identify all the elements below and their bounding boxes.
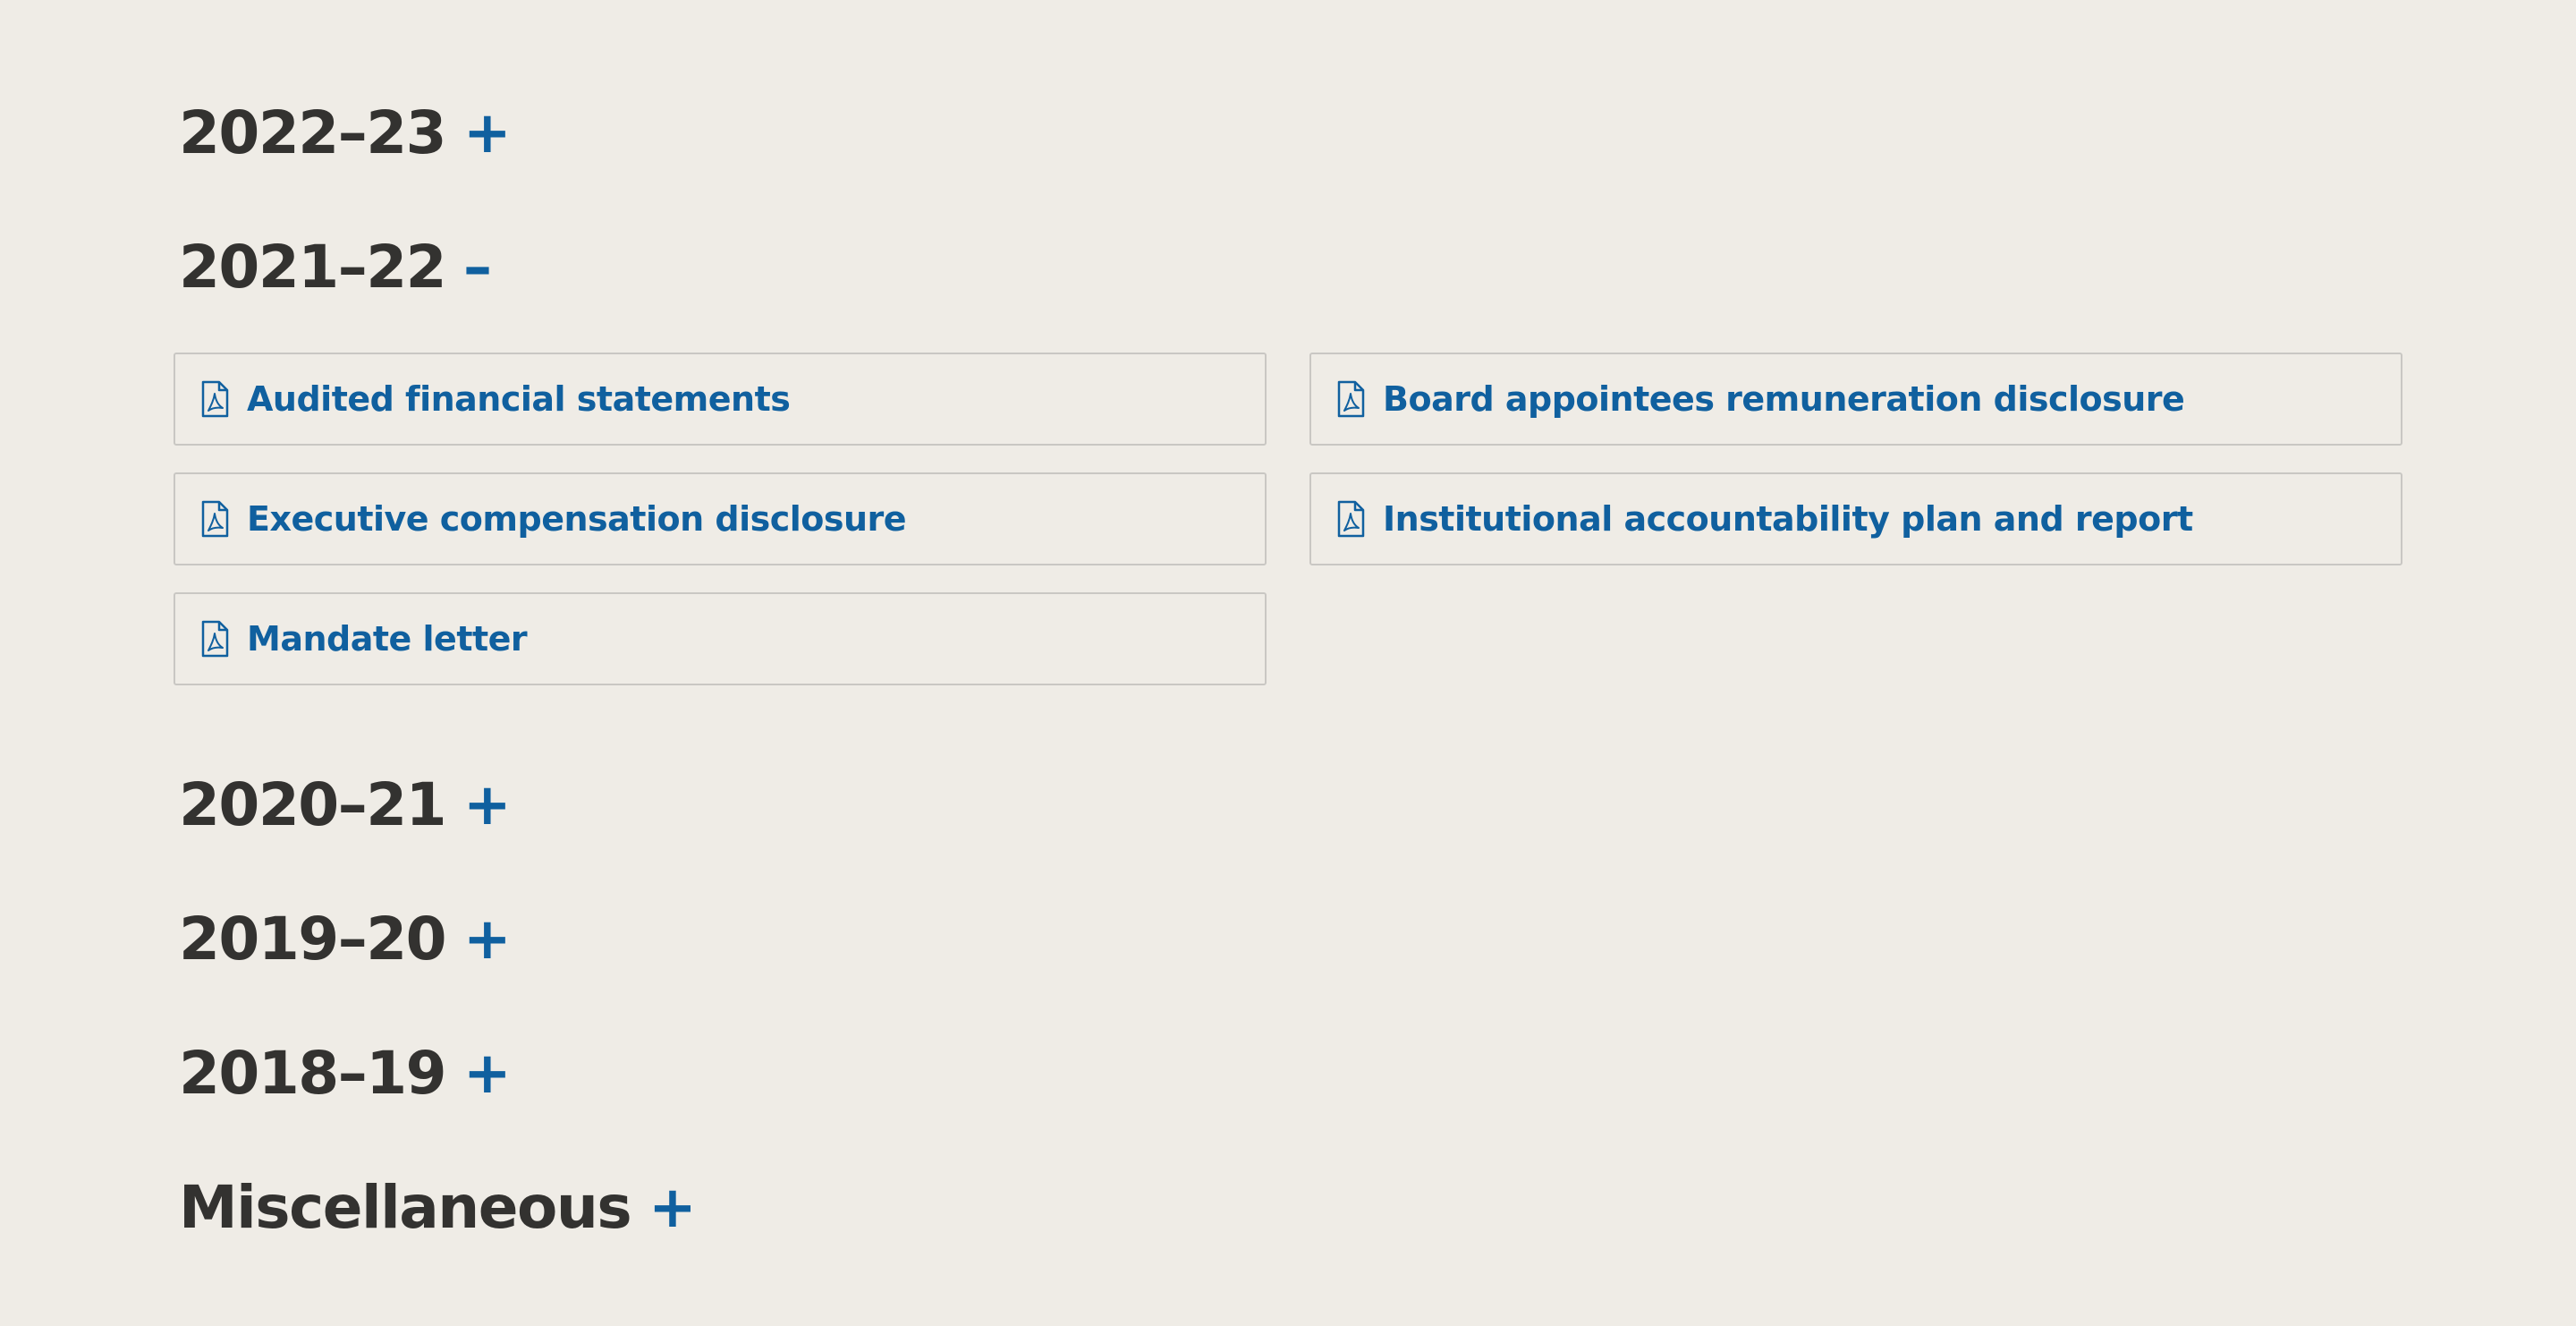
section-heading-2020-21[interactable]: 2020–21 +: [179, 770, 512, 839]
pdf-icon: [1336, 500, 1365, 538]
expand-icon[interactable]: +: [463, 1045, 512, 1102]
section-title: 2022–23: [179, 98, 447, 167]
document-link-executive-compensation[interactable]: Executive compensation disclosure: [174, 472, 1267, 565]
document-link-institutional-accountability[interactable]: Institutional accountability plan and re…: [1309, 472, 2402, 565]
section-title: 2019–20: [179, 905, 447, 973]
pdf-icon: [1336, 380, 1365, 418]
section-title: 2021–22: [179, 233, 447, 302]
expand-icon[interactable]: +: [463, 911, 512, 968]
expand-icon[interactable]: +: [648, 1179, 697, 1237]
section-title: Miscellaneous: [179, 1173, 632, 1242]
section-heading-2021-22[interactable]: 2021–22 –: [179, 233, 492, 302]
pdf-icon: [200, 620, 229, 658]
section-title: 2020–21: [179, 770, 447, 839]
expand-icon[interactable]: +: [463, 105, 512, 162]
section-heading-miscellaneous[interactable]: Miscellaneous +: [179, 1173, 697, 1242]
expand-icon[interactable]: +: [463, 777, 512, 834]
section-title: 2018–19: [179, 1039, 447, 1108]
document-label: Executive compensation disclosure: [247, 499, 907, 539]
document-label: Institutional accountability plan and re…: [1383, 499, 2193, 539]
document-link-board-appointees-remuneration[interactable]: Board appointees remuneration disclosure: [1309, 353, 2402, 446]
pdf-icon: [200, 380, 229, 418]
pdf-icon: [200, 500, 229, 538]
document-link-mandate-letter[interactable]: Mandate letter: [174, 592, 1267, 685]
document-label: Audited financial statements: [247, 379, 791, 419]
section-heading-2022-23[interactable]: 2022–23 +: [179, 98, 512, 167]
document-label: Mandate letter: [247, 619, 528, 659]
document-label: Board appointees remuneration disclosure: [1383, 379, 2185, 419]
collapse-icon[interactable]: –: [463, 239, 492, 296]
section-heading-2018-19[interactable]: 2018–19 +: [179, 1039, 512, 1108]
document-link-audited-financial-statements[interactable]: Audited financial statements: [174, 353, 1267, 446]
section-heading-2019-20[interactable]: 2019–20 +: [179, 905, 512, 973]
